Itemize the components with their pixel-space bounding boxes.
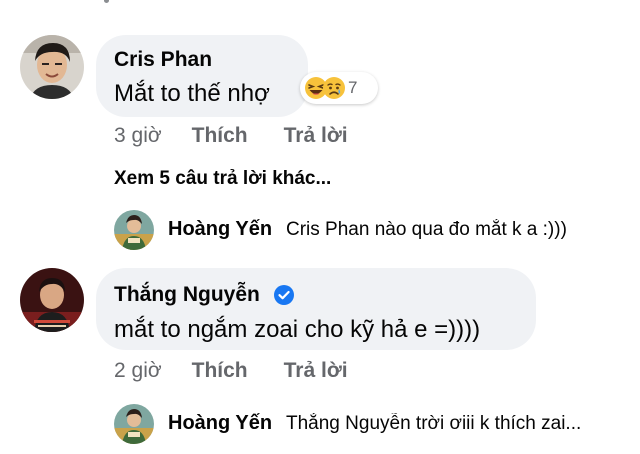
avatar-photo-icon — [114, 210, 154, 250]
avatar[interactable] — [20, 268, 84, 332]
reply-author[interactable]: Hoàng Yến — [168, 412, 272, 435]
reply-hoang-yen-1: Hoàng Yến Cris Phan nào qua đo mắt k a :… — [114, 210, 634, 250]
reply-button[interactable]: Trả lời — [284, 124, 348, 148]
avatar[interactable] — [20, 35, 84, 99]
verified-badge-icon — [274, 285, 294, 305]
reply-button[interactable]: Trả lời — [284, 359, 348, 383]
comment-time[interactable]: 3 giờ — [114, 124, 162, 148]
comment-text: Mắt to thế nhợ — [114, 80, 270, 107]
reaction-count: 7 — [348, 78, 358, 97]
like-button[interactable]: Thích — [192, 359, 248, 383]
avatar-photo-icon — [114, 404, 154, 444]
comment-author[interactable]: Cris Phan — [114, 48, 212, 72]
reaction-summary[interactable]: 7 — [300, 72, 378, 104]
comment-time[interactable]: 2 giờ — [114, 359, 162, 383]
comment-actions: 3 giờ Thích Trả lời — [114, 124, 348, 148]
reply-text: Cris Phan nào qua đo mắt k a :))) — [286, 219, 567, 240]
comment-actions: 2 giờ Thích Trả lời — [114, 359, 348, 383]
comment-author[interactable]: Thắng Nguyễn — [114, 283, 260, 307]
view-more-replies-link[interactable]: Xem 5 câu trả lời khác... — [114, 168, 331, 190]
avatar[interactable] — [114, 210, 154, 250]
reply-author[interactable]: Hoàng Yến — [168, 218, 272, 241]
like-button[interactable]: Thích — [192, 124, 248, 148]
sad-emoji-icon — [323, 77, 345, 99]
scroll-indicator — [104, 0, 109, 3]
reply-hoang-yen-2: Hoàng Yến Thắng Nguyễn trời ơiii k thích… — [114, 404, 634, 444]
reply-text: Thắng Nguyễn trời ơiii k thích zai... — [286, 413, 582, 434]
avatar-photo-icon — [20, 268, 84, 332]
comment-text: mắt to ngắm zoai cho kỹ hả e =)))) — [114, 316, 481, 343]
avatar[interactable] — [114, 404, 154, 444]
avatar-photo-icon — [20, 35, 84, 99]
